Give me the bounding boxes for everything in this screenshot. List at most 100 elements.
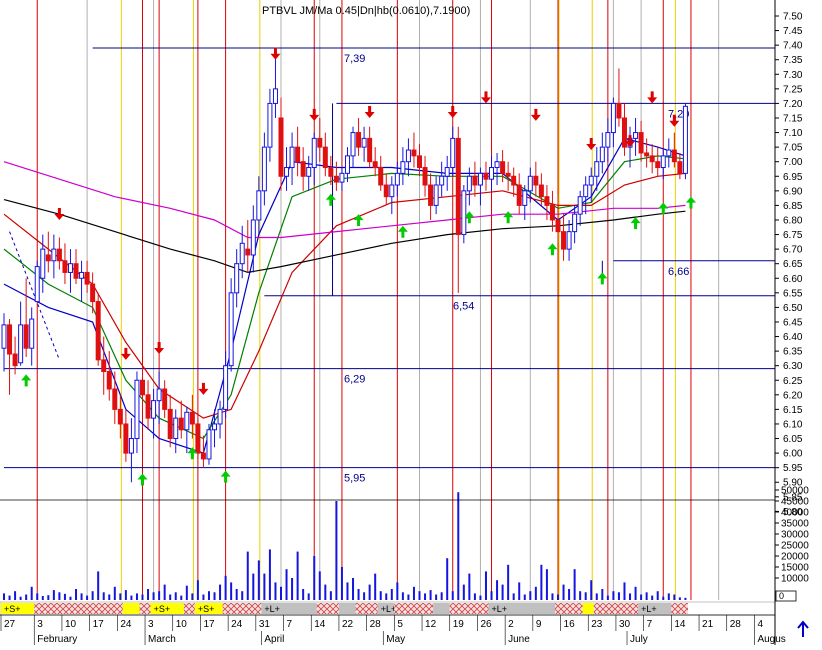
candle-body	[12, 353, 18, 367]
candle-body	[73, 263, 79, 279]
volume-tick-label: 20000	[781, 552, 809, 563]
volume-tick-label: 25000	[781, 541, 809, 552]
volume-bar	[424, 593, 427, 600]
candle-body	[51, 248, 57, 262]
candle-body	[538, 184, 544, 198]
signal-strip-segment	[338, 603, 356, 614]
date-tick-label: 5	[397, 619, 403, 630]
volume-bar	[557, 594, 559, 600]
candle-body	[311, 137, 317, 169]
candle-body	[660, 155, 666, 169]
volume-bar	[30, 586, 33, 600]
signal-strip-segment	[34, 603, 123, 614]
candle-body	[167, 408, 173, 440]
candle-body	[594, 161, 600, 177]
volume-bar	[623, 582, 626, 600]
candle-body	[494, 161, 500, 169]
volume-bar	[174, 592, 177, 600]
volume-bar	[468, 573, 471, 600]
candle-body	[40, 248, 46, 279]
candle-body	[189, 411, 195, 425]
candle-body	[621, 117, 627, 148]
candle-body	[317, 137, 323, 148]
price-tick-label: 6.70	[783, 245, 803, 256]
price-tick-label: 6.10	[783, 419, 803, 430]
price-tick-label: 7.40	[783, 41, 803, 52]
volume-bar	[191, 593, 194, 600]
price-tick-label: 6.55	[783, 288, 803, 299]
candle-body	[18, 324, 24, 364]
candle-body	[477, 172, 483, 186]
volume-bar	[484, 571, 487, 600]
price-tick-label: 6.35	[783, 347, 803, 358]
volume-bar	[135, 593, 138, 600]
candle-body	[610, 102, 616, 134]
level-label: 5,95	[344, 473, 365, 485]
candle-body	[306, 167, 312, 177]
signal-strip: +S+ +S+ +S+ +L+ +L+ +L+ +L+	[0, 601, 776, 616]
volume-bars	[3, 492, 687, 600]
candle-body	[79, 271, 85, 279]
date-tick-label: 3	[148, 619, 154, 630]
signal-strip-segment	[394, 603, 434, 614]
volume-bar	[617, 592, 620, 600]
volume-bar	[606, 595, 609, 600]
volume-bar	[80, 593, 83, 600]
volume-bar	[368, 584, 371, 600]
price-tick-label: 6.25	[783, 376, 803, 387]
candle-body	[67, 263, 73, 273]
volume-bar	[296, 551, 299, 600]
candle-body	[638, 132, 644, 154]
volume-bar	[324, 584, 327, 600]
volume-bar	[412, 586, 415, 600]
candle-body	[361, 137, 367, 148]
candle-body	[356, 132, 362, 148]
price-tick-label: 7.30	[783, 70, 803, 81]
candle-body	[616, 102, 622, 119]
signal-strip-segment	[671, 603, 688, 614]
date-tick-label: 14	[314, 619, 326, 630]
date-tick-label: 19	[453, 619, 465, 630]
candle-body	[267, 102, 273, 148]
candle-body	[173, 417, 179, 440]
level-label: 7,39	[344, 53, 365, 65]
level-label: 6,29	[344, 374, 365, 386]
volume-bar	[3, 593, 5, 600]
candle-body	[555, 219, 561, 233]
volume-bar	[97, 571, 100, 600]
volume-tick-label: 35000	[781, 519, 809, 530]
volume-bar	[124, 590, 127, 600]
volume-bar	[401, 592, 404, 600]
volume-bar	[113, 586, 116, 600]
level-label: 6,66	[668, 266, 689, 278]
volume-bar	[590, 580, 593, 600]
volume-bar	[579, 591, 582, 600]
candle-body	[400, 161, 406, 174]
candle-body	[527, 175, 533, 192]
date-tick-label: 7	[647, 619, 653, 630]
volume-bar	[274, 582, 277, 600]
volume-bar	[396, 582, 399, 600]
volume-bar	[41, 596, 44, 600]
price-tick-label: 7.35	[783, 55, 803, 66]
price-tick-label: 7.00	[783, 157, 803, 168]
volume-bar	[562, 584, 565, 600]
signal-strip-segment	[139, 603, 151, 614]
candle-body	[566, 231, 572, 250]
signal-strip-segment	[433, 603, 450, 614]
chart-window: 7,39 7,20 6,66 6,54 6,29 5,95 +S+ +S+ +S+ +L+ +L+…	[0, 0, 822, 645]
date-tick-label: 23	[591, 619, 603, 630]
candle-body	[383, 184, 389, 198]
date-tick-label: 17	[93, 619, 105, 630]
month-label: April	[264, 634, 284, 645]
signal-strip-segment	[593, 603, 639, 614]
price-tick-label: 6.20	[783, 390, 803, 401]
volume-tick-label: 50000	[781, 486, 809, 497]
scroll-up-icon[interactable]	[797, 620, 809, 637]
volume-scale-label: 0	[779, 591, 784, 601]
volume-bar	[36, 593, 39, 600]
candle-body	[284, 167, 290, 177]
volume-bar	[235, 589, 238, 600]
volume-bar	[152, 592, 155, 600]
volume-bar	[435, 594, 438, 600]
